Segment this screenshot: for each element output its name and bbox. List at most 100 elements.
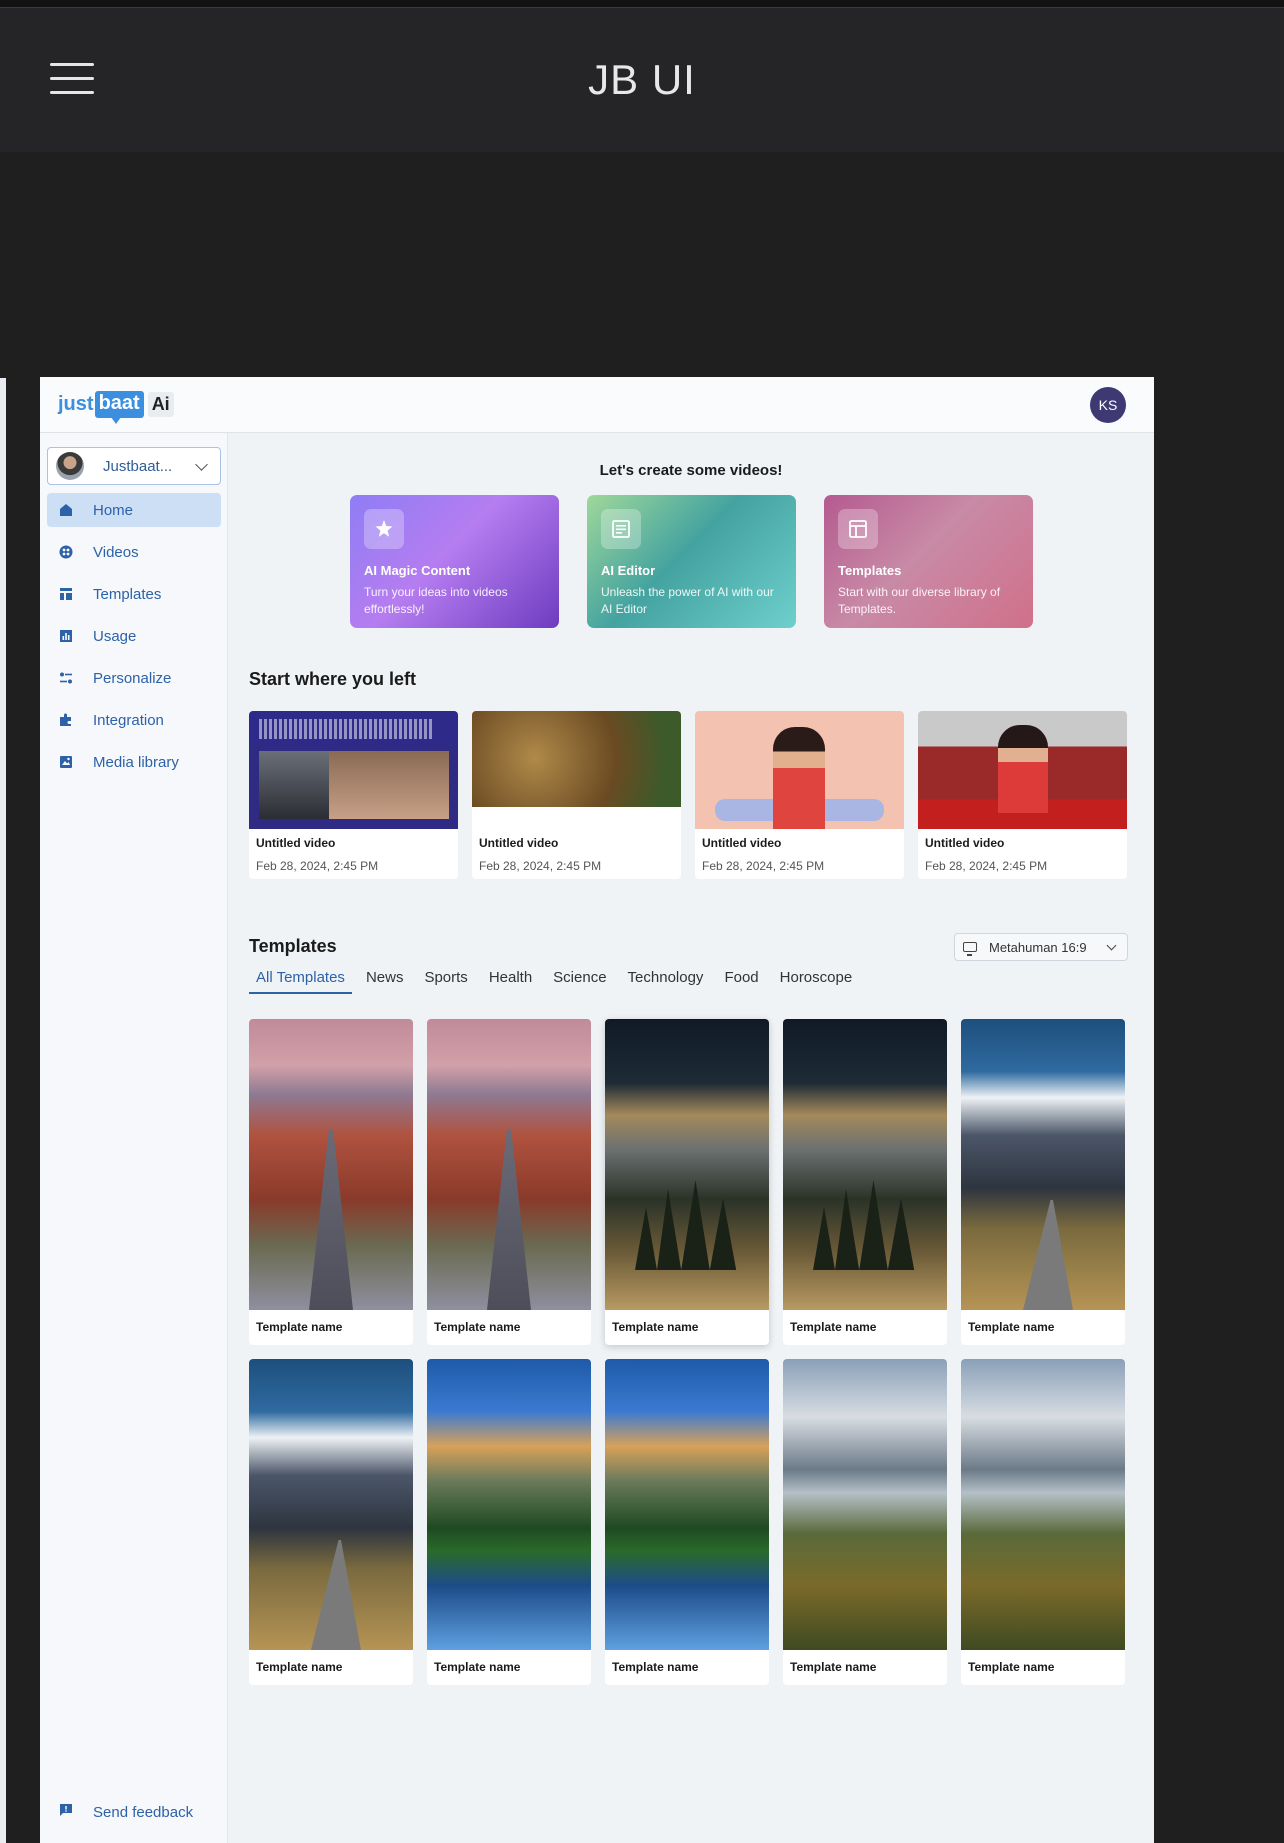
video-date: Feb 28, 2024, 2:45 PM (479, 859, 602, 873)
sidebar-item-label: Videos (93, 543, 139, 561)
sidebar-item-usage[interactable]: Usage (47, 619, 221, 653)
main-content: Let's create some videos! AI Magic Conte… (228, 433, 1154, 1843)
account-switcher[interactable]: Justbaat... (47, 447, 221, 485)
video-thumbnail (472, 711, 681, 829)
card-title: AI Magic Content (364, 563, 471, 578)
recent-video-card[interactable]: Untitled video Feb 28, 2024, 2:45 PM (918, 711, 1127, 879)
tab-news[interactable]: News (359, 969, 411, 994)
account-name: Justbaat... (103, 457, 173, 475)
template-card[interactable]: Template name (249, 1019, 413, 1345)
template-card[interactable]: Template name (427, 1019, 591, 1345)
card-description: Start with our diverse library of Templa… (838, 585, 1001, 616)
sidebar-item-label: Home (93, 501, 134, 519)
layout-icon (838, 509, 878, 549)
template-thumbnail (783, 1019, 947, 1310)
template-thumbnail (605, 1359, 769, 1650)
sidebar-item-videos[interactable]: Videos (47, 535, 221, 569)
editor-icon (601, 509, 641, 549)
sidebar-item-home[interactable]: Home (47, 493, 221, 527)
feedback-icon (59, 1803, 73, 1822)
template-thumbnail (427, 1359, 591, 1650)
tab-horoscope[interactable]: Horoscope (773, 969, 860, 994)
video-date: Feb 28, 2024, 2:45 PM (702, 859, 825, 873)
template-name: Template name (790, 1660, 877, 1674)
send-feedback-button[interactable]: Send feedback (47, 1797, 221, 1827)
video-thumbnail (918, 711, 1127, 829)
sidebar-nav: Home Videos Templates Usage Personalize … (47, 493, 221, 787)
tab-all-templates[interactable]: All Templates (249, 969, 352, 994)
template-card[interactable]: Template name (427, 1359, 591, 1685)
recent-video-card[interactable]: Untitled video Feb 28, 2024, 2:45 PM (695, 711, 904, 879)
recent-video-card[interactable]: Untitled video Feb 28, 2024, 2:45 PM (472, 711, 681, 879)
templates-grid: Template name Template name Template nam… (249, 1019, 1125, 1685)
account-avatar (56, 452, 84, 480)
template-card[interactable]: Template name (249, 1359, 413, 1685)
outer-title: JB UI (588, 56, 696, 103)
send-feedback-label: Send feedback (93, 1803, 194, 1821)
sidebar-item-personalize[interactable]: Personalize (47, 661, 221, 695)
video-thumbnail (695, 711, 904, 829)
format-select-value: Metahuman 16:9 (989, 939, 1087, 955)
monitor-icon (963, 942, 977, 956)
video-name: Untitled video (479, 836, 559, 850)
ai-editor-card[interactable]: AI Editor Unleash the power of AI with o… (587, 495, 796, 628)
template-thumbnail (783, 1359, 947, 1650)
tab-health[interactable]: Health (482, 969, 539, 994)
sidebar-item-label: Personalize (93, 669, 172, 687)
user-avatar[interactable]: KS (1090, 387, 1126, 423)
card-description: Turn your ideas into videos effortlessly… (364, 585, 508, 616)
template-card[interactable]: Template name (961, 1359, 1125, 1685)
templates-section-title: Templates (249, 936, 337, 956)
personalize-icon (59, 671, 73, 685)
template-name: Template name (434, 1660, 521, 1674)
ai-magic-content-card[interactable]: AI Magic Content Turn your ideas into vi… (350, 495, 559, 628)
chevron-down-icon (195, 457, 208, 471)
chevron-down-icon (1106, 940, 1117, 950)
sidebar-item-label: Usage (93, 627, 137, 645)
template-card[interactable]: Template name (783, 1019, 947, 1345)
video-date: Feb 28, 2024, 2:45 PM (925, 859, 1048, 873)
template-thumbnail (427, 1019, 591, 1310)
left-edge-panel (0, 378, 6, 1843)
recent-video-card[interactable]: Untitled video Feb 28, 2024, 2:45 PM (249, 711, 458, 879)
template-name: Template name (434, 1320, 521, 1334)
video-name: Untitled video (256, 836, 336, 850)
logo-ai: Ai (147, 391, 174, 417)
recent-videos-list: Untitled video Feb 28, 2024, 2:45 PM Unti… (249, 711, 1127, 879)
card-title: Templates (838, 563, 902, 578)
app-window: just baat Ai KS Justbaat... Home Videos … (40, 377, 1154, 1843)
format-select[interactable]: Metahuman 16:9 (954, 933, 1128, 961)
video-thumbnail (249, 711, 458, 829)
window-top-bar (0, 0, 1284, 8)
video-name: Untitled video (925, 836, 1005, 850)
recent-section-title: Start where you left (249, 669, 417, 689)
integration-icon (59, 713, 73, 727)
template-thumbnail (961, 1019, 1125, 1310)
template-card[interactable]: Template name (783, 1359, 947, 1685)
media-library-icon (59, 755, 73, 769)
video-name: Untitled video (702, 836, 782, 850)
tab-sports[interactable]: Sports (417, 969, 474, 994)
template-name: Template name (612, 1320, 699, 1334)
template-card[interactable]: Template name (605, 1019, 769, 1345)
templates-icon (59, 587, 73, 601)
tab-technology[interactable]: Technology (621, 969, 711, 994)
sidebar-item-templates[interactable]: Templates (47, 577, 221, 611)
template-card[interactable]: Template name (605, 1359, 769, 1685)
video-date: Feb 28, 2024, 2:45 PM (256, 859, 379, 873)
template-card[interactable]: Template name (961, 1019, 1125, 1345)
sidebar-item-media-library[interactable]: Media library (47, 745, 221, 779)
sidebar-item-label: Media library (93, 753, 179, 771)
tab-food[interactable]: Food (717, 969, 765, 994)
magic-wand-icon (364, 509, 404, 549)
tab-science[interactable]: Science (546, 969, 613, 994)
card-title: AI Editor (601, 563, 656, 578)
usage-icon (59, 629, 73, 643)
justbaat-logo[interactable]: just baat Ai (58, 389, 174, 424)
sidebar-item-integration[interactable]: Integration (47, 703, 221, 737)
templates-card[interactable]: Templates Start with our diverse library… (824, 495, 1033, 628)
sidebar-item-label: Templates (93, 585, 162, 603)
template-name: Template name (256, 1320, 343, 1334)
create-cards: AI Magic Content Turn your ideas into vi… (350, 495, 1033, 628)
logo-just: just (58, 392, 94, 415)
